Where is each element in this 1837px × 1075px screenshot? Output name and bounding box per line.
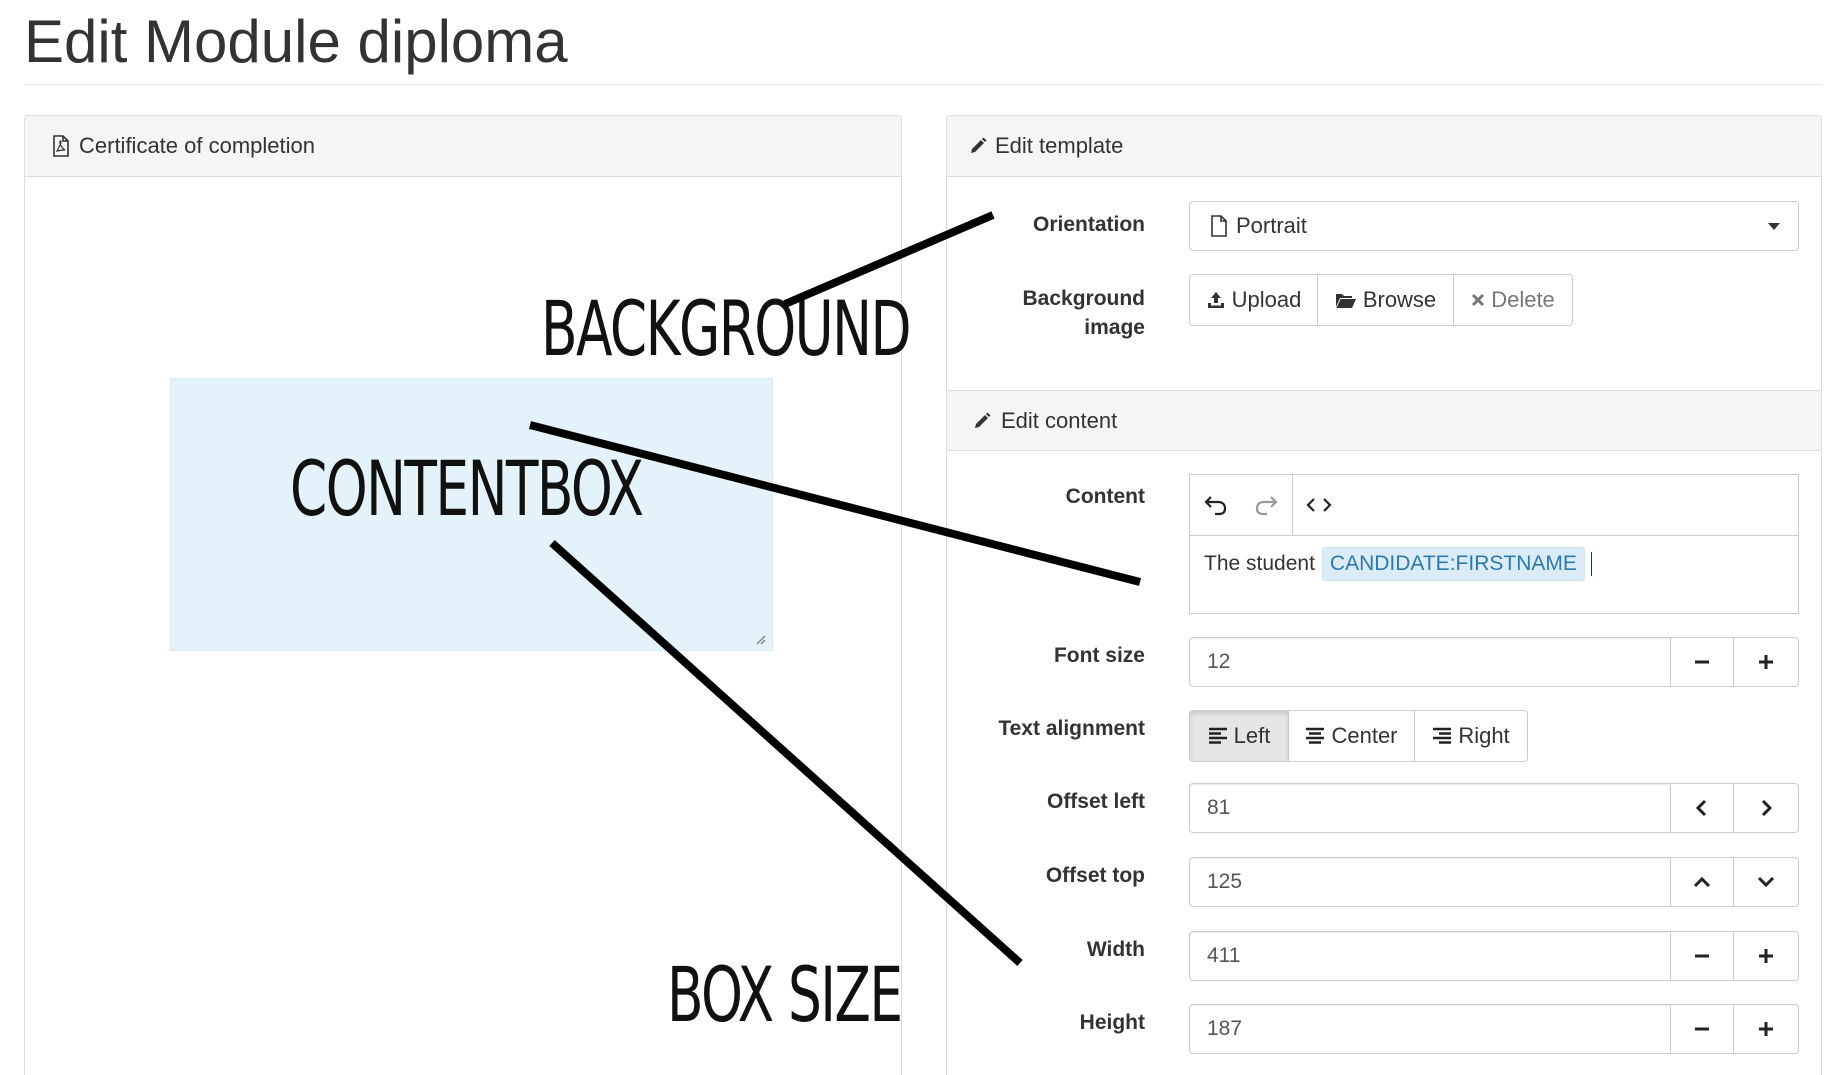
- resize-handle-icon[interactable]: [754, 632, 766, 645]
- editor-text: The student: [1204, 552, 1315, 575]
- editor-toolbar: [1190, 475, 1798, 536]
- delete-button-label: Delete: [1491, 287, 1555, 312]
- plus-icon: [1759, 655, 1773, 669]
- font-size-input[interactable]: 12: [1189, 637, 1670, 687]
- background-image-buttons: Upload Browse Delete: [1189, 274, 1573, 326]
- minus-icon: [1695, 660, 1709, 664]
- align-left-icon: [1208, 727, 1227, 744]
- font-size-increase-button[interactable]: [1734, 637, 1799, 687]
- offset-left-label: Offset left: [1046, 790, 1145, 813]
- offset-top-group: 125: [1189, 857, 1799, 907]
- font-size-decrease-button[interactable]: [1670, 637, 1734, 687]
- pencil-icon: [973, 412, 991, 430]
- background-image-label-line2: image: [1084, 316, 1145, 339]
- align-center-icon: [1306, 727, 1325, 744]
- align-right-label: Right: [1458, 723, 1510, 748]
- file-icon: [1210, 215, 1228, 237]
- edit-content-title: Edit content: [1001, 407, 1118, 433]
- height-input[interactable]: 187: [1189, 1004, 1670, 1054]
- font-size-label: Font size: [1053, 644, 1145, 667]
- text-cursor: [1590, 552, 1593, 576]
- offset-left-increase-button[interactable]: [1734, 783, 1799, 833]
- offset-top-down-button[interactable]: [1734, 857, 1799, 907]
- content-label: Content: [1065, 485, 1145, 508]
- code-tools: [1293, 475, 1345, 535]
- chevron-left-icon: [1695, 799, 1707, 817]
- pencil-icon: [969, 137, 987, 155]
- folder-open-icon: [1335, 291, 1357, 309]
- certificate-preview-panel: Certificate of completion BACKGROUND CON…: [24, 115, 912, 1075]
- title-divider: [24, 84, 1822, 85]
- file-pdf-icon: [51, 135, 71, 157]
- code-view-icon[interactable]: [1303, 489, 1335, 521]
- width-label: Width: [1086, 938, 1145, 961]
- edit-template-heading: Edit template: [947, 116, 1821, 177]
- height-group: 187: [1189, 1004, 1799, 1054]
- align-right-icon: [1433, 727, 1452, 744]
- annotation-box-size: BOX SIZE: [667, 950, 903, 1039]
- offset-left-input[interactable]: 81: [1189, 783, 1670, 833]
- align-left-label: Left: [1233, 723, 1271, 748]
- orientation-label: Orientation: [1032, 213, 1145, 236]
- align-center-button[interactable]: Center: [1289, 711, 1415, 761]
- height-increase-button[interactable]: [1734, 1004, 1799, 1054]
- browse-button-label: Browse: [1362, 287, 1437, 312]
- annotation-background: BACKGROUND: [541, 284, 912, 373]
- offset-top-label: Offset top: [1045, 864, 1145, 887]
- font-size-group: 12: [1189, 637, 1799, 687]
- offset-left-group: 81: [1189, 783, 1799, 833]
- delete-button[interactable]: Delete: [1454, 275, 1572, 325]
- background-image-label: Background image: [945, 284, 1145, 342]
- width-decrease-button[interactable]: [1670, 931, 1734, 981]
- minus-icon: [1695, 954, 1709, 958]
- width-increase-button[interactable]: [1734, 931, 1799, 981]
- width-group: 411: [1189, 931, 1799, 981]
- chevron-down-icon: [1768, 223, 1780, 230]
- align-left-button[interactable]: Left: [1190, 711, 1289, 761]
- offset-left-decrease-button[interactable]: [1670, 783, 1734, 833]
- browse-button[interactable]: Browse: [1318, 275, 1454, 325]
- placeholder-tag[interactable]: CANDIDATE:FIRSTNAME: [1321, 547, 1585, 581]
- editor-body[interactable]: The student CANDIDATE:FIRSTNAME: [1204, 547, 1593, 581]
- minus-icon: [1695, 1027, 1709, 1031]
- text-alignment-buttons: Left Center Right: [1189, 710, 1528, 762]
- orientation-select[interactable]: Portrait: [1189, 201, 1799, 251]
- redo-icon[interactable]: [1250, 489, 1282, 521]
- chevron-down-icon: [1757, 876, 1775, 888]
- page-title: Edit Module diploma: [24, 8, 568, 75]
- offset-top-up-button[interactable]: [1670, 857, 1734, 907]
- height-decrease-button[interactable]: [1670, 1004, 1734, 1054]
- plus-icon: [1759, 949, 1773, 963]
- upload-icon: [1206, 290, 1226, 310]
- content-editor: The student CANDIDATE:FIRSTNAME: [1189, 474, 1799, 614]
- upload-button-label: Upload: [1231, 287, 1302, 312]
- width-input[interactable]: 411: [1189, 931, 1670, 981]
- undo-icon[interactable]: [1200, 489, 1232, 521]
- offset-top-input[interactable]: 125: [1189, 857, 1670, 907]
- edit-content-heading: Edit content: [947, 390, 1821, 451]
- preview-panel-heading: Certificate of completion: [25, 116, 901, 177]
- chevron-up-icon: [1693, 876, 1711, 888]
- preview-panel-title: Certificate of completion: [79, 133, 315, 158]
- edit-template-title: Edit template: [995, 133, 1124, 158]
- history-tools: [1190, 475, 1293, 535]
- height-label: Height: [1079, 1011, 1145, 1034]
- orientation-value: Portrait: [1236, 213, 1307, 238]
- plus-icon: [1759, 1022, 1773, 1036]
- text-alignment-label: Text alignment: [998, 717, 1145, 740]
- align-right-button[interactable]: Right: [1415, 711, 1527, 761]
- align-center-label: Center: [1331, 723, 1398, 748]
- background-image-label-line1: Background: [1022, 287, 1145, 310]
- close-icon: [1471, 293, 1485, 307]
- upload-button[interactable]: Upload: [1190, 275, 1318, 325]
- chevron-right-icon: [1761, 799, 1773, 817]
- annotation-contentbox: CONTENTBOX: [290, 444, 644, 533]
